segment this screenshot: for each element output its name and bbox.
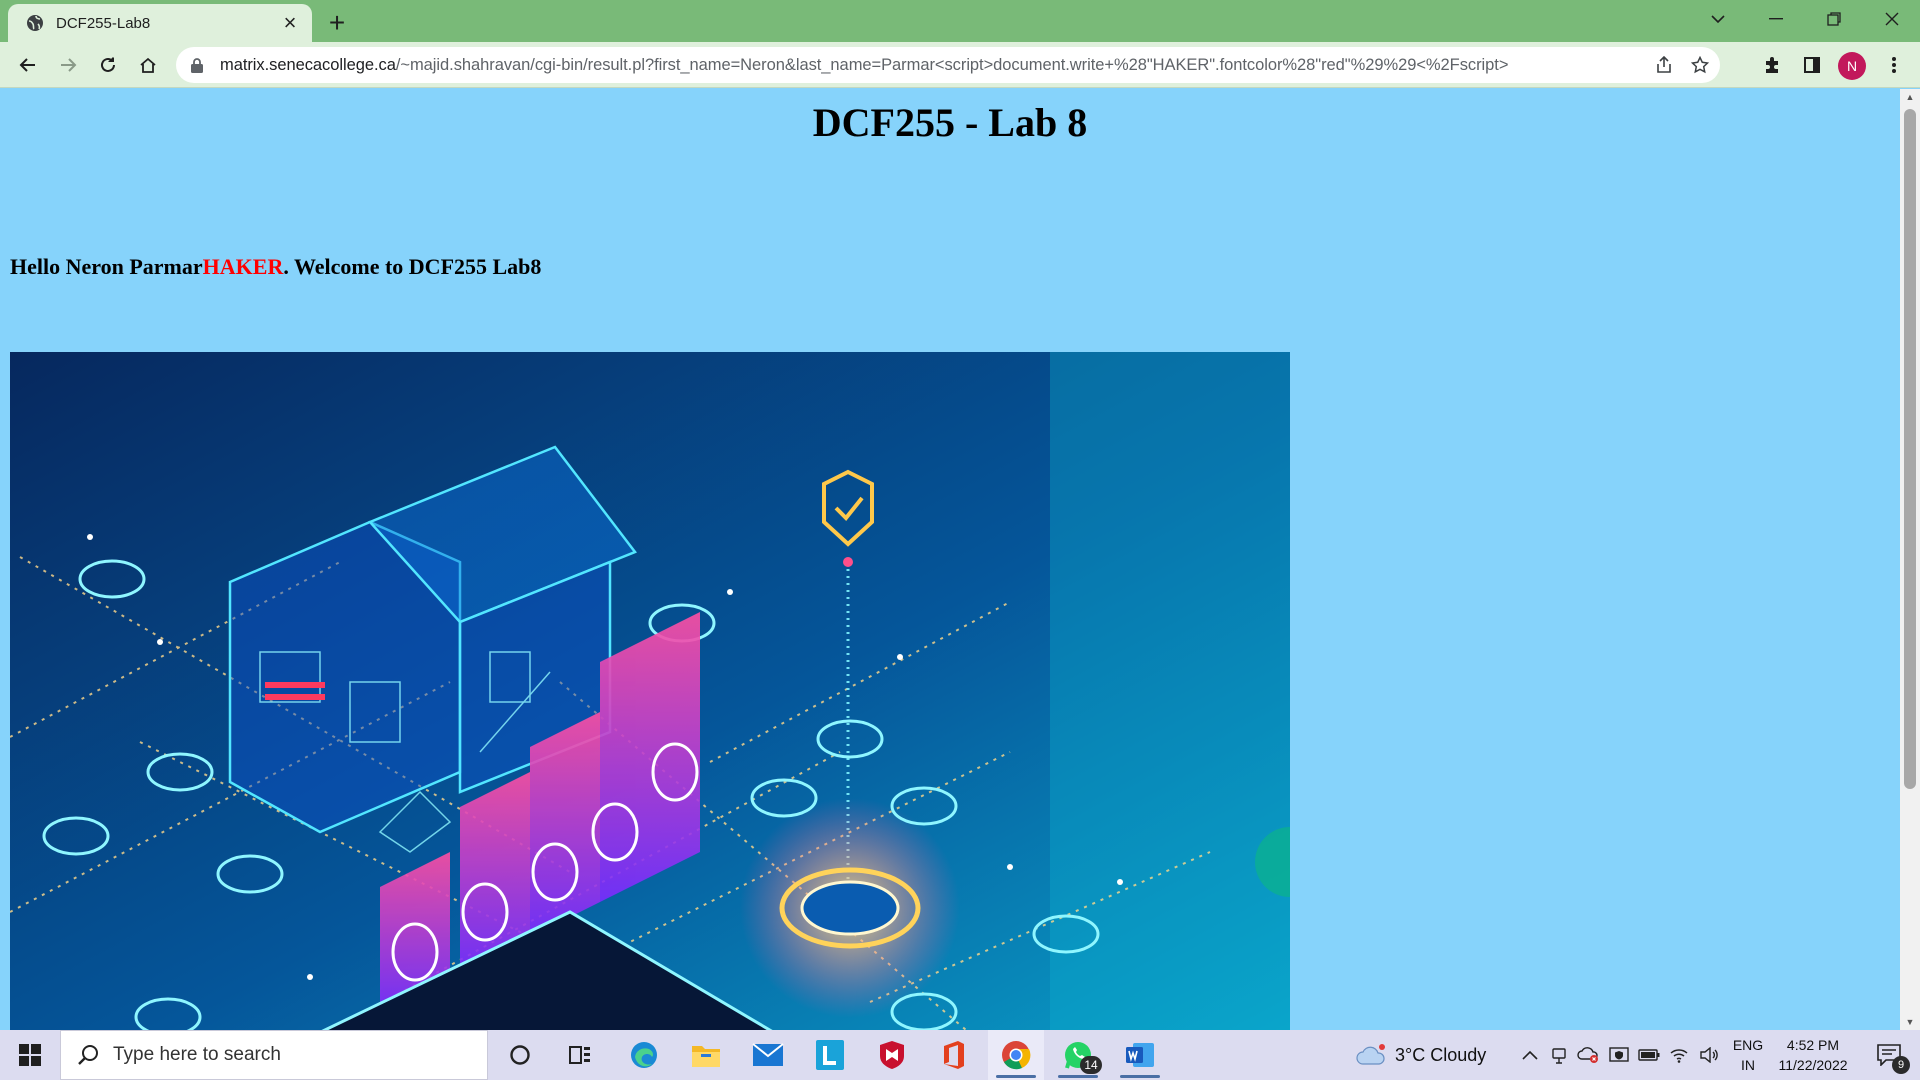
windows-start-icon[interactable] [0,1030,60,1080]
defender-icon[interactable] [1606,1030,1632,1080]
chrome-taskbar-icon[interactable] [988,1030,1044,1080]
close-window-icon[interactable] [1864,0,1920,38]
forward-icon[interactable] [52,49,84,81]
word-running-indicator [1120,1075,1160,1078]
page-title: DCF255 - Lab 8 [812,100,1088,145]
injected-text: HAKER [202,254,284,279]
mail-icon[interactable] [742,1030,794,1080]
active-app-indicator [996,1075,1036,1078]
cloud-icon [1355,1044,1387,1066]
edge-icon[interactable] [618,1030,670,1080]
page-scrollbar[interactable]: ▲ ▼ [1900,89,1920,1030]
greeting-suffix: . Welcome to DCF255 Lab8 [283,254,542,279]
language-region: IN [1741,1057,1755,1073]
taskbar-search[interactable]: Type here to search [60,1030,488,1080]
scroll-up-icon[interactable]: ▲ [1900,89,1920,105]
task-view-icon[interactable] [555,1030,605,1080]
mcafee-icon[interactable] [866,1030,918,1080]
search-icon [77,1044,99,1066]
whatsapp-icon[interactable]: 14 [1050,1030,1106,1080]
share-icon[interactable] [1648,49,1680,81]
restore-icon[interactable] [1806,0,1862,38]
reload-icon[interactable] [92,49,124,81]
menu-kebab-icon[interactable] [1878,49,1910,81]
profile-avatar[interactable]: N [1838,52,1866,80]
tab-close-icon[interactable]: × [278,10,302,35]
home-icon[interactable] [132,49,164,81]
clock-time: 4:52 PM [1786,1037,1840,1053]
smart-home-image [10,352,1290,1030]
url-path: /~majid.shahravan/cgi-bin/result.pl?firs… [395,55,1509,74]
meet-now-icon[interactable] [1546,1030,1572,1080]
l-app-icon[interactable] [804,1030,856,1080]
clock[interactable]: 4:52 PM 11/22/2022 [1772,1030,1854,1080]
whatsapp-running-indicator [1058,1075,1098,1078]
onedrive-error-icon[interactable] [1574,1030,1602,1080]
browser-tab[interactable]: DCF255-Lab8 × [8,4,312,42]
notification-center-icon[interactable]: 9 [1864,1030,1914,1080]
back-icon[interactable] [12,49,44,81]
bookmark-star-icon[interactable] [1684,49,1716,81]
windows-taskbar: Type here to search 14 3°C Cloudy ENG IN… [0,1030,1920,1080]
word-icon[interactable] [1112,1030,1168,1080]
page-content: DCF255 - Lab 8 Hello Neron ParmarHAKER. … [0,89,1900,1030]
search-placeholder: Type here to search [113,1044,281,1065]
tab-strip: DCF255-Lab8 × + [0,0,1920,42]
cortana-icon[interactable] [495,1030,545,1080]
language-code: ENG [1732,1037,1764,1053]
chevron-up-icon[interactable] [1516,1030,1544,1080]
extensions-icon[interactable] [1756,49,1788,81]
lock-icon[interactable] [190,57,206,73]
battery-icon[interactable] [1636,1030,1662,1080]
scroll-thumb[interactable] [1904,109,1916,789]
file-explorer-icon[interactable] [680,1030,732,1080]
side-panel-icon[interactable] [1796,49,1828,81]
url-host: matrix.senecacollege.ca [220,55,396,74]
address-bar[interactable]: matrix.senecacollege.ca/~majid.shahravan… [176,47,1720,83]
tab-search-icon[interactable] [1690,0,1746,38]
weather-widget[interactable]: 3°C Cloudy [1355,1030,1505,1080]
scroll-down-icon[interactable]: ▼ [1900,1014,1920,1030]
language-indicator[interactable]: ENG IN [1728,1030,1768,1080]
tab-title: DCF255-Lab8 [56,14,151,32]
wifi-icon[interactable] [1666,1030,1692,1080]
browser-toolbar: matrix.senecacollege.ca/~majid.shahravan… [0,42,1920,88]
notification-count: 9 [1892,1056,1910,1074]
volume-icon[interactable] [1696,1030,1722,1080]
greeting-prefix: Hello Neron Parmar [10,254,203,279]
globe-icon [26,14,44,32]
minimize-icon[interactable] [1748,0,1804,38]
whatsapp-badge: 14 [1080,1056,1102,1074]
clock-date: 11/22/2022 [1778,1057,1848,1073]
weather-text: 3°C Cloudy [1395,1044,1487,1065]
url-text[interactable]: matrix.senecacollege.ca/~majid.shahravan… [220,56,1648,75]
office-icon[interactable] [928,1030,980,1080]
greeting-text: Hello Neron ParmarHAKER. Welcome to DCF2… [10,254,541,280]
new-tab-button[interactable]: + [320,7,354,38]
